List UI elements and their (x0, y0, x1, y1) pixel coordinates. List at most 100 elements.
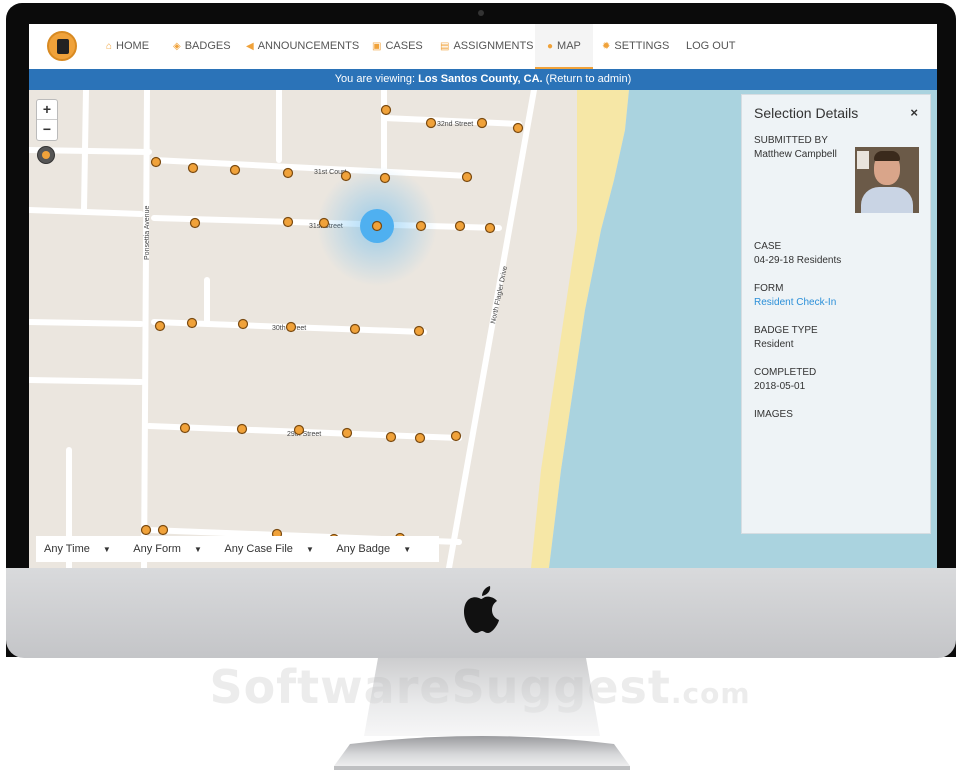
folder-icon: ▣ (372, 41, 382, 52)
zoom-control: + − (36, 99, 58, 141)
case-label: CASE (754, 241, 782, 252)
app-screen: ⌂ HOME ◈ BADGES ◀ ANNOUNCEMENTS ▣ CASES ▤ ASS… (29, 24, 937, 568)
map-marker[interactable] (450, 430, 462, 442)
map-marker[interactable] (179, 422, 191, 434)
return-to-admin-link[interactable]: Return to admin (549, 73, 627, 85)
map-marker[interactable] (461, 171, 473, 183)
close-icon[interactable]: × (910, 105, 918, 120)
map-marker[interactable] (454, 220, 466, 232)
map-marker[interactable] (415, 220, 427, 232)
label-29th-street: 29th Street (287, 431, 321, 438)
nav-map-label: MAP (557, 40, 581, 52)
banner-paren-close: ) (627, 73, 632, 85)
file-icon: ▤ (440, 41, 450, 52)
map-marker[interactable] (237, 318, 249, 330)
globe-icon[interactable] (37, 146, 55, 164)
images-label: IMAGES (754, 409, 793, 420)
map-marker[interactable] (236, 423, 248, 435)
map-marker[interactable] (379, 172, 391, 184)
map-marker[interactable] (293, 424, 305, 436)
monitor-stand (334, 658, 630, 770)
viewing-banner: You are viewing: Los Santos County, CA. … (29, 69, 937, 90)
selection-details-panel: Selection Details × SUBMITTED BY Matthew… (741, 94, 931, 534)
chevron-down-icon: ▼ (102, 545, 111, 554)
filter-time-dropdown[interactable]: Any Time ▼ (44, 543, 121, 555)
nav-badges-label: BADGES (184, 40, 231, 52)
label-ponsettia-avenue: Ponsettia Avenue (144, 206, 151, 260)
nav-assignments[interactable]: ▤ ASSIGNMENTS (440, 24, 534, 69)
nav-announcements[interactable]: ◀ ANNOUNCEMENTS (246, 24, 359, 69)
chevron-down-icon: ▼ (403, 545, 412, 554)
nav-settings-label: SETTINGS (614, 40, 670, 52)
chevron-down-icon: ▼ (305, 545, 314, 554)
map-marker[interactable] (229, 164, 241, 176)
map-marker[interactable] (425, 117, 437, 129)
map-marker[interactable] (318, 217, 330, 229)
filter-form-label: Any Form (133, 543, 181, 555)
watermark-suffix: .com (670, 677, 751, 710)
filter-badge-dropdown[interactable]: Any Badge ▼ (336, 543, 421, 555)
nav-cases[interactable]: ▣ CASES (372, 24, 423, 69)
megaphone-icon: ◀ (246, 41, 254, 52)
completed-label: COMPLETED (754, 367, 817, 378)
home-icon: ⌂ (106, 41, 113, 52)
badge-type-label: BADGE TYPE (754, 325, 818, 336)
filter-time-label: Any Time (44, 543, 90, 555)
filter-bar: Any Time ▼ Any Form ▼ Any Case File ▼ An… (36, 536, 440, 562)
form-label: FORM (754, 283, 784, 294)
submitted-by-value: Matthew Campbell (754, 149, 837, 160)
nav-announcements-label: ANNOUNCEMENTS (257, 40, 360, 52)
shield-icon: ◈ (173, 41, 181, 52)
filter-case-file-label: Any Case File (224, 543, 293, 555)
nav-assignments-label: ASSIGNMENTS (453, 40, 534, 52)
filter-form-dropdown[interactable]: Any Form ▼ (133, 543, 212, 555)
map-marker[interactable] (512, 122, 524, 134)
nav-logout[interactable]: LOG OUT (686, 24, 736, 69)
banner-county: Los Santos County, CA. (418, 73, 543, 85)
map-marker[interactable] (282, 167, 294, 179)
map-marker[interactable] (186, 317, 198, 329)
label-32nd-street: 32nd Street (437, 121, 473, 128)
filter-case-file-dropdown[interactable]: Any Case File ▼ (224, 543, 323, 555)
map-marker[interactable] (413, 325, 425, 337)
filter-badge-label: Any Badge (336, 543, 391, 555)
map-marker[interactable] (385, 431, 397, 443)
map-pin-icon: ● (547, 41, 554, 52)
map-marker[interactable] (189, 217, 201, 229)
camera-icon (478, 10, 484, 16)
case-value: 04-29-18 Residents (754, 255, 842, 266)
nav-settings[interactable]: ✹ SETTINGS (602, 24, 669, 69)
map-marker[interactable] (340, 170, 352, 182)
nav-map[interactable]: ● MAP (535, 24, 593, 69)
submitted-by-label: SUBMITTED BY (754, 135, 828, 146)
apple-logo-icon (464, 586, 499, 633)
top-navbar: ⌂ HOME ◈ BADGES ◀ ANNOUNCEMENTS ▣ CASES ▤ ASS… (29, 24, 937, 70)
map-marker[interactable] (349, 323, 361, 335)
map-marker[interactable] (341, 427, 353, 439)
map-marker[interactable] (140, 524, 152, 536)
zoom-out-button[interactable]: − (37, 120, 57, 140)
nav-cases-label: CASES (385, 40, 423, 52)
chevron-down-icon: ▼ (194, 545, 202, 554)
app-logo[interactable] (47, 31, 77, 61)
nav-home[interactable]: ⌂ HOME (106, 24, 149, 69)
map-marker[interactable] (484, 222, 496, 234)
map-marker[interactable] (154, 320, 166, 332)
map-marker[interactable] (371, 220, 383, 232)
map-marker[interactable] (187, 162, 199, 174)
map-marker[interactable] (380, 104, 392, 116)
banner-prefix: You are viewing: (334, 73, 419, 85)
gear-icon: ✹ (602, 41, 611, 52)
map-marker[interactable] (476, 117, 488, 129)
map-marker[interactable] (282, 216, 294, 228)
map-marker[interactable] (285, 321, 297, 333)
nav-badges[interactable]: ◈ BADGES (173, 24, 231, 69)
map-marker[interactable] (150, 156, 162, 168)
form-link[interactable]: Resident Check-In (754, 297, 836, 308)
map-marker[interactable] (157, 524, 169, 536)
badge-type-value: Resident (754, 339, 794, 350)
submitter-photo[interactable] (855, 147, 919, 213)
panel-title: Selection Details (754, 105, 859, 121)
zoom-in-button[interactable]: + (37, 100, 57, 120)
map-marker[interactable] (414, 432, 426, 444)
